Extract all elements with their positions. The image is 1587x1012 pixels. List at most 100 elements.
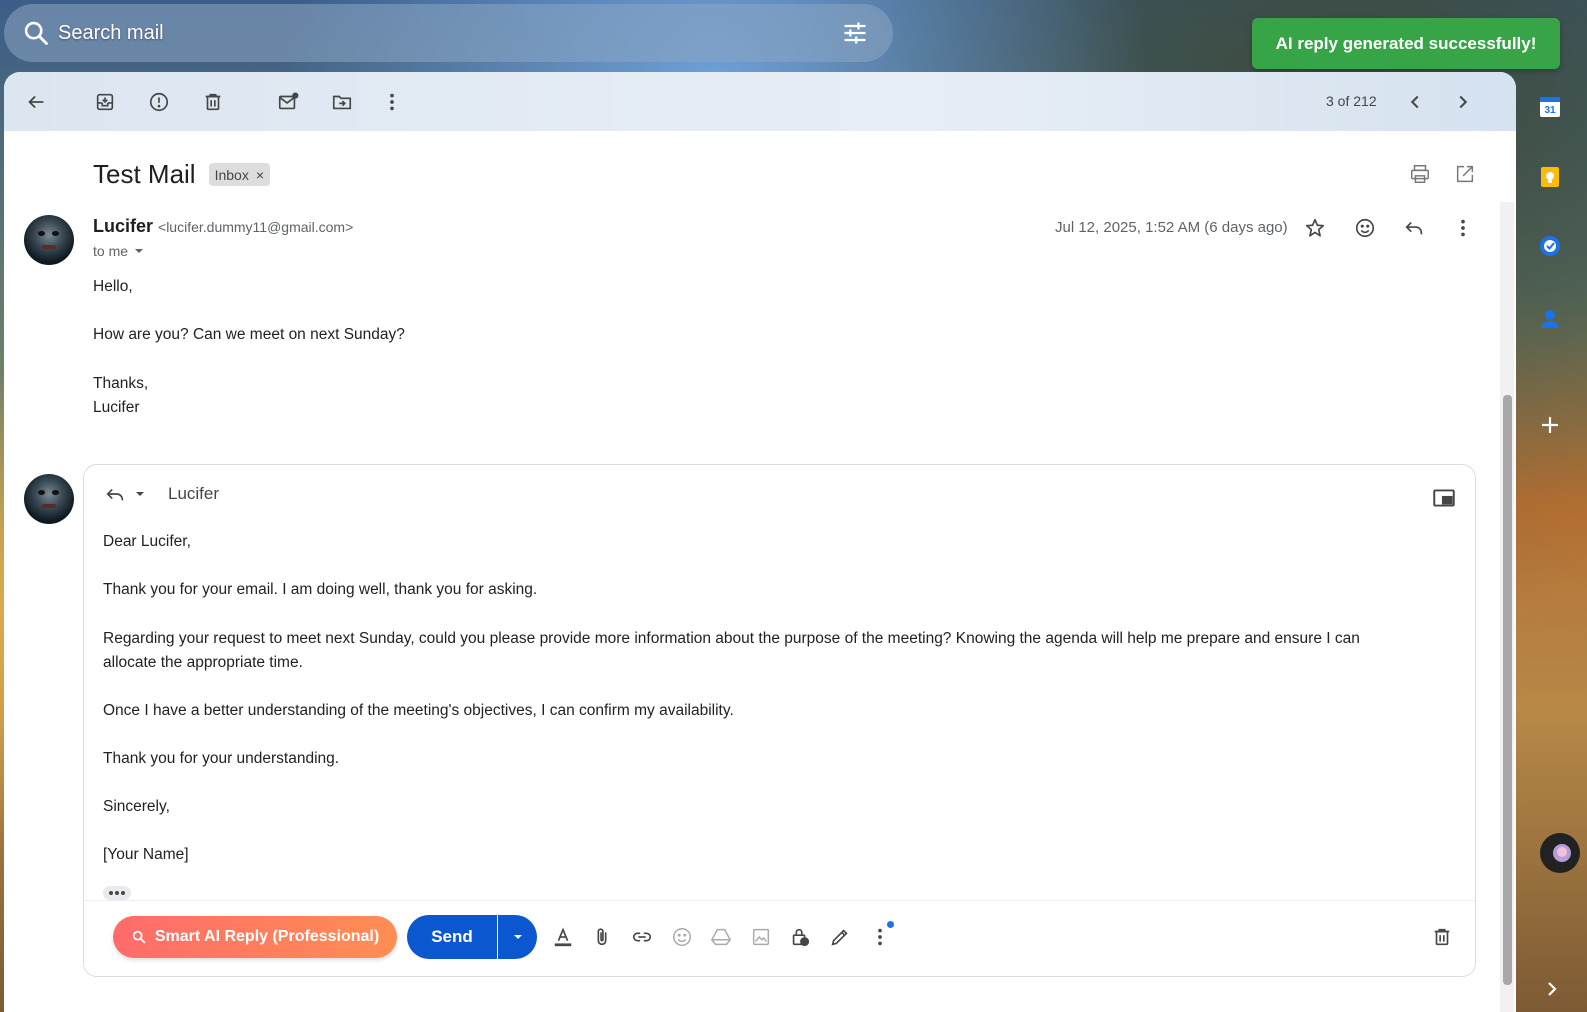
confidential-mode-button[interactable] xyxy=(786,923,814,951)
assistant-avatar-icon xyxy=(1553,844,1571,862)
pager-count: 3 of 212 xyxy=(1326,93,1377,109)
message-body-line: Lucifer xyxy=(93,399,140,416)
reply-body-line: allocate the appropriate time. xyxy=(103,654,303,671)
arrow-left-icon xyxy=(28,95,44,109)
star-button[interactable] xyxy=(1300,213,1330,243)
caret-down-icon xyxy=(513,935,522,939)
open-new-window-button[interactable] xyxy=(1450,159,1480,189)
search-input[interactable]: Search mail xyxy=(58,22,841,45)
get-addons-button[interactable] xyxy=(1536,411,1564,439)
reply-body-line: Dear Lucifer, xyxy=(103,533,191,550)
tasks-app-button[interactable] xyxy=(1536,232,1564,260)
reply-composer[interactable]: Lucifer Dear Lucifer, Thank you for your… xyxy=(83,464,1476,977)
recipient-details[interactable]: to me xyxy=(93,243,147,259)
show-trimmed-content-button[interactable] xyxy=(103,886,131,900)
mail-panel: 3 of 212 Test Mail Inbox × Lucifer <luci… xyxy=(4,72,1516,1012)
archive-icon xyxy=(96,93,114,111)
open-in-new-icon xyxy=(1456,165,1474,183)
caret-down-icon xyxy=(135,249,144,253)
composer-footer: Smart AI Reply (Professional) Send xyxy=(84,900,1475,976)
folder-move-icon xyxy=(332,95,352,110)
insert-drive-button[interactable] xyxy=(707,923,735,951)
label-text: Inbox xyxy=(214,166,249,183)
keep-app-button[interactable] xyxy=(1536,163,1564,191)
avatar xyxy=(24,474,74,524)
back-button[interactable] xyxy=(21,87,51,117)
reply-button[interactable] xyxy=(1399,213,1429,243)
drive-icon xyxy=(710,928,732,946)
search-icon[interactable] xyxy=(22,19,50,47)
calendar-app-button[interactable]: 31 xyxy=(1536,93,1564,121)
attach-files-button[interactable] xyxy=(588,923,616,951)
move-to-button[interactable] xyxy=(327,87,357,117)
emoji-icon xyxy=(673,928,691,946)
smart-ai-reply-button[interactable]: Smart AI Reply (Professional) xyxy=(113,916,397,958)
scrollbar[interactable] xyxy=(1500,202,1514,1012)
caret-down-icon[interactable] xyxy=(132,486,148,502)
lock-clock-icon xyxy=(792,928,810,947)
reply-body-line: Thank you for your understanding. xyxy=(103,750,340,767)
subject-row: Test Mail Inbox × xyxy=(93,159,271,190)
expand-side-panel-button[interactable] xyxy=(1538,975,1566,1003)
newer-button[interactable] xyxy=(1400,87,1430,117)
trash-icon xyxy=(1434,928,1450,946)
message-more-button[interactable] xyxy=(1448,213,1478,243)
reply-recipient[interactable]: Lucifer xyxy=(168,484,219,504)
delete-button[interactable] xyxy=(198,87,228,117)
send-options-button[interactable] xyxy=(498,915,537,959)
discard-draft-button[interactable] xyxy=(1428,923,1456,951)
avatar[interactable] xyxy=(24,215,74,265)
sender-name[interactable]: Lucifer xyxy=(93,216,153,237)
calendar-icon: 31 xyxy=(1540,97,1560,117)
more-horiz-icon xyxy=(109,891,125,895)
older-button[interactable] xyxy=(1448,87,1478,117)
tasks-icon xyxy=(1540,236,1560,256)
reply-body-line: Sincerely, xyxy=(103,798,170,815)
more-vert-icon xyxy=(1461,219,1465,237)
reply-body-line: Once I have a better understanding of th… xyxy=(103,702,734,719)
image-icon xyxy=(752,928,770,946)
formatting-options-button[interactable] xyxy=(549,923,577,951)
insert-link-button[interactable] xyxy=(628,923,656,951)
gemini-button[interactable] xyxy=(1540,833,1580,873)
label-chip-inbox[interactable]: Inbox × xyxy=(208,163,271,186)
insert-photo-button[interactable] xyxy=(747,923,775,951)
smart-ai-reply-label: Smart AI Reply (Professional) xyxy=(154,928,380,945)
emoji-react-button[interactable] xyxy=(1350,213,1380,243)
insert-emoji-button[interactable] xyxy=(668,923,696,951)
chevron-left-icon xyxy=(1410,95,1419,109)
report-spam-button[interactable] xyxy=(144,87,174,117)
message-body-line: Hello, xyxy=(93,278,133,295)
contacts-app-button[interactable] xyxy=(1536,304,1564,332)
pop-out-icon[interactable] xyxy=(1431,485,1457,511)
message-toolbar: 3 of 212 xyxy=(4,72,1516,131)
more-actions-button[interactable] xyxy=(377,87,407,117)
chevron-right-icon xyxy=(1548,982,1557,996)
success-toast: AI reply generated successfully! xyxy=(1252,18,1560,69)
remove-label-icon[interactable]: × xyxy=(256,167,264,183)
insert-signature-button[interactable] xyxy=(826,923,854,951)
mail-unread-icon xyxy=(278,92,299,110)
send-button[interactable]: Send xyxy=(407,915,497,959)
reply-header: Lucifer xyxy=(104,483,219,505)
trash-icon xyxy=(205,93,221,111)
contacts-icon xyxy=(1541,310,1559,328)
star-icon xyxy=(1305,218,1325,237)
emoji-icon xyxy=(1355,218,1375,238)
mark-unread-button[interactable] xyxy=(273,87,303,117)
keep-icon xyxy=(1541,167,1559,187)
scrollbar-thumb[interactable] xyxy=(1503,395,1512,985)
reply-icon xyxy=(1405,221,1423,235)
more-vert-icon xyxy=(878,928,882,946)
search-options-icon[interactable] xyxy=(841,19,869,47)
page-title: Test Mail xyxy=(93,159,196,189)
message-body-line: How are you? Can we meet on next Sunday? xyxy=(93,326,405,343)
print-button[interactable] xyxy=(1405,159,1435,189)
sender-email: <lucifer.dummy11@gmail.com> xyxy=(158,219,354,235)
search-icon xyxy=(132,930,146,944)
reply-body-line: Regarding your request to meet next Sund… xyxy=(103,630,1360,647)
archive-button[interactable] xyxy=(90,87,120,117)
search-bar[interactable]: Search mail xyxy=(4,4,893,62)
link-icon xyxy=(632,932,652,942)
reply-icon[interactable] xyxy=(104,483,126,505)
